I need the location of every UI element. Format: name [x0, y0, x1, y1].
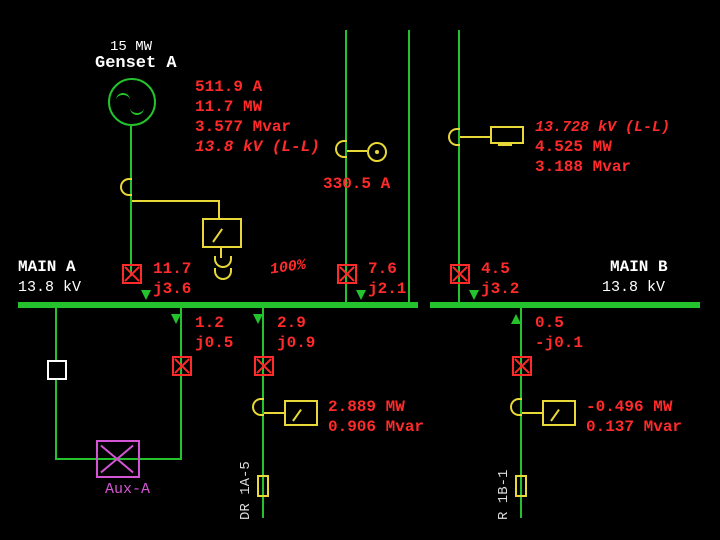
open-breaker-icon: [47, 360, 67, 380]
digital-meter-icon: [490, 126, 524, 144]
meter-tap: [264, 412, 284, 414]
gen-a-amps: 511.9 A: [195, 78, 262, 97]
gen-a-kv: 13.8 kV (L-L): [195, 138, 320, 157]
flow-a-in-p: 11.7: [153, 260, 191, 279]
feed-1a5-q: j0.9: [277, 334, 315, 353]
xfmr-loading-pct: 100%: [269, 256, 307, 280]
right-riser: [458, 30, 460, 302]
ct-mid-amps: 330.5 A: [323, 175, 390, 194]
ct-hook-icon: [510, 398, 522, 416]
meter-r-mw: 4.525 MW: [535, 138, 612, 157]
fdr1b1-label: R 1B-1: [496, 470, 512, 520]
bus-b-kv: 13.8 kV: [602, 278, 665, 297]
genset-a-name: Genset A: [95, 54, 177, 73]
bus-b-name: MAIN B: [610, 258, 668, 277]
meter-tap-line: [132, 200, 218, 202]
feed-1a5-p: 2.9: [277, 314, 306, 333]
generator-icon: [108, 78, 156, 126]
rmeter-inner: [498, 144, 512, 146]
bus-a: [18, 302, 418, 308]
feed-aux-q: j0.5: [195, 334, 233, 353]
arrow-down-icon: [356, 290, 366, 300]
ct-hook-icon: [252, 398, 264, 416]
ct-hook-icon: [448, 128, 460, 146]
fdr1a5-mw: 2.889 MW: [328, 398, 405, 417]
flow-mid-p: 7.6: [368, 260, 397, 279]
flow-mid-q: j2.1: [368, 280, 406, 299]
aux-load-icon: [96, 440, 140, 478]
bus-a-name: MAIN A: [18, 258, 76, 277]
gen-a-mw: 11.7 MW: [195, 98, 262, 117]
arrow-down-icon: [141, 290, 151, 300]
meter-icon: [542, 400, 576, 426]
gen-a-mvar: 3.577 Mvar: [195, 118, 291, 137]
arrow-down-icon: [469, 290, 479, 300]
arrow-down-icon: [253, 314, 263, 324]
rmeter-tap: [460, 136, 490, 138]
feed-1b1-p: 0.5: [535, 314, 564, 333]
mid-riser-left: [345, 30, 347, 302]
bus-b: [430, 302, 700, 308]
flow-a-in-q: j3.6: [153, 280, 191, 299]
feed-aux-p: 1.2: [195, 314, 224, 333]
load-icon: [257, 475, 269, 497]
closed-breaker-icon: [254, 356, 274, 376]
meter-tap-v: [218, 200, 220, 218]
meter-tap: [522, 412, 542, 414]
load-icon: [515, 475, 527, 497]
ct-tap: [347, 150, 367, 152]
arrow-down-icon: [171, 314, 181, 324]
fdr-open-drop: [55, 308, 57, 360]
fdr1a5-label: DR 1A-5: [238, 461, 254, 520]
flow-r-q: j3.2: [481, 280, 519, 299]
closed-breaker-icon: [512, 356, 532, 376]
aux-left-drop: [55, 380, 57, 460]
meter-icon: [202, 218, 242, 248]
closed-breaker-icon: [337, 264, 357, 284]
feed-1b1-q: -j0.1: [535, 334, 583, 353]
aux-name: Aux-A: [105, 480, 150, 499]
one-line-diagram: 15 MW Genset A 511.9 A 11.7 MW 3.577 Mva…: [0, 0, 720, 540]
mid-riser-right: [408, 30, 410, 302]
fdr1b1-mw: -0.496 MW: [586, 398, 672, 417]
fdr-aux-drop: [180, 308, 182, 458]
closed-breaker-icon: [122, 264, 142, 284]
ct-hook-icon: [120, 178, 132, 196]
meter-r-mvar: 3.188 Mvar: [535, 158, 631, 177]
arrow-up-icon: [511, 314, 521, 324]
fdr1a5-mvar: 0.906 Mvar: [328, 418, 424, 437]
meter-icon: [284, 400, 318, 426]
transformer-icon: [212, 256, 230, 280]
flow-r-p: 4.5: [481, 260, 510, 279]
meter-r-kv: 13.728 kV (L-L): [535, 118, 670, 137]
ct-hook-icon: [335, 140, 347, 158]
closed-breaker-icon: [450, 264, 470, 284]
bus-a-kv: 13.8 kV: [18, 278, 81, 297]
fdr1b1-mvar: 0.137 Mvar: [586, 418, 682, 437]
closed-breaker-icon: [172, 356, 192, 376]
ct-indicator-icon: [367, 142, 387, 162]
